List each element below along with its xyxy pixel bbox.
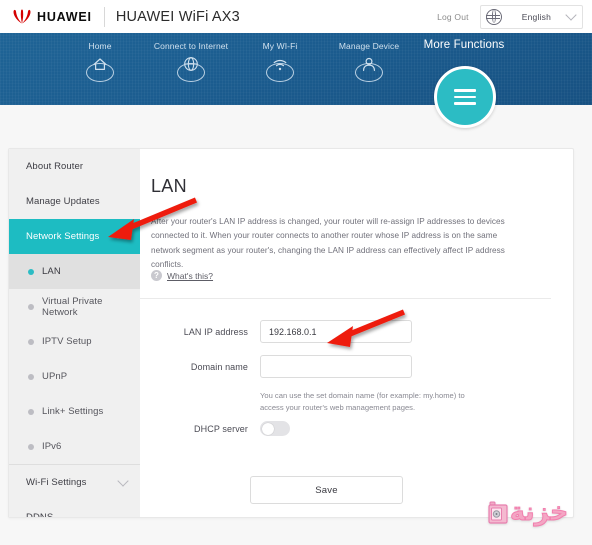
sidebar-item-label: About Router bbox=[26, 161, 84, 172]
sidebar-item-label: Virtual Private Network bbox=[42, 295, 103, 318]
sidebar-item-link-plus-settings[interactable]: Link+ Settings bbox=[9, 394, 140, 429]
nav-label-home: Home bbox=[88, 41, 112, 51]
huawei-flower-logo-icon bbox=[12, 9, 32, 24]
lan-settings-content: LAN After your router's LAN IP address i… bbox=[140, 149, 573, 517]
page-title: LAN bbox=[151, 176, 187, 196]
dhcp-server-toggle[interactable] bbox=[260, 421, 290, 436]
globe-icon bbox=[177, 57, 205, 82]
dhcp-server-row: DHCP server bbox=[140, 421, 290, 436]
sidebar-item-ipv6[interactable]: IPv6 bbox=[9, 429, 140, 464]
sidebar-item-virtual-private-network[interactable]: Virtual Private Network bbox=[9, 289, 140, 324]
hamburger-menu-icon bbox=[454, 95, 476, 99]
sidebar-item-label: Link+ Settings bbox=[42, 406, 104, 417]
sidebar-item-label: Wi-Fi Settings bbox=[26, 477, 87, 488]
domain-name-label: Domain name bbox=[190, 361, 248, 372]
toggle-knob bbox=[261, 422, 274, 435]
sidebar-item-upnp[interactable]: UPnP bbox=[9, 359, 140, 394]
header-divider bbox=[103, 6, 105, 27]
language-selector[interactable]: English bbox=[479, 4, 583, 29]
whats-this-label: What's this? bbox=[167, 270, 214, 281]
chevron-up-icon bbox=[117, 232, 129, 244]
chevron-down-icon bbox=[565, 9, 577, 21]
nav-item-my-wifi[interactable]: My WI-Fi bbox=[245, 41, 315, 82]
bullet-icon bbox=[28, 303, 34, 310]
page-description: After your router's LAN IP address is ch… bbox=[151, 217, 505, 270]
safe-vault-icon bbox=[488, 501, 508, 524]
nav-item-home[interactable]: Home bbox=[60, 41, 140, 82]
settings-sidebar: About Router Manage Updates Network Sett… bbox=[9, 149, 140, 517]
bullet-icon bbox=[28, 338, 34, 345]
nav-label-my-wifi: My WI-Fi bbox=[262, 41, 298, 51]
domain-name-input[interactable] bbox=[260, 355, 412, 378]
nav-label-connect-to-internet: Connect to Internet bbox=[153, 41, 229, 51]
more-functions-button[interactable] bbox=[434, 66, 496, 128]
language-selected-label: English bbox=[521, 11, 551, 22]
page-panel: About Router Manage Updates Network Sett… bbox=[8, 148, 574, 518]
nav-item-more-functions[interactable]: More Functions bbox=[420, 39, 508, 51]
question-mark-icon: ? bbox=[151, 270, 162, 281]
bullet-icon bbox=[28, 408, 34, 415]
hamburger-menu-icon bbox=[454, 102, 476, 105]
hamburger-menu-icon bbox=[454, 89, 476, 92]
user-icon bbox=[355, 57, 383, 82]
sidebar-item-ddns[interactable]: DDNS bbox=[9, 500, 140, 518]
dhcp-server-label: DHCP server bbox=[194, 423, 248, 434]
header-right-group: Log Out English bbox=[437, 4, 583, 29]
sidebar-item-label: UPnP bbox=[42, 371, 68, 382]
nav-item-manage-device[interactable]: Manage Device bbox=[330, 41, 408, 82]
lan-ip-label: LAN IP address bbox=[183, 326, 248, 337]
save-button[interactable]: Save bbox=[250, 476, 403, 504]
lan-ip-input[interactable] bbox=[260, 320, 412, 343]
bullet-icon bbox=[28, 443, 34, 450]
globe-icon bbox=[485, 8, 502, 25]
sidebar-item-manage-updates[interactable]: Manage Updates bbox=[9, 184, 140, 219]
logout-button[interactable]: Log Out bbox=[437, 12, 469, 22]
chevron-down-icon bbox=[117, 475, 129, 487]
sidebar-item-label: IPv6 bbox=[42, 441, 62, 452]
sidebar-item-label: Manage Updates bbox=[26, 196, 100, 207]
nav-label-manage-device: Manage Device bbox=[338, 41, 400, 51]
wifi-icon bbox=[266, 59, 294, 82]
sidebar-item-iptv-setup[interactable]: IPTV Setup bbox=[9, 324, 140, 359]
top-header-bar: HUAWEI HUAWEI WiFi AX3 Log Out English bbox=[0, 0, 592, 33]
content-divider bbox=[140, 298, 551, 299]
home-icon bbox=[86, 58, 114, 82]
sidebar-item-wifi-settings[interactable]: Wi-Fi Settings bbox=[9, 465, 140, 500]
watermark: خزنة bbox=[488, 498, 569, 526]
sidebar-item-network-settings[interactable]: Network Settings bbox=[9, 219, 140, 254]
sidebar-item-label: IPTV Setup bbox=[42, 336, 92, 347]
watermark-text: خزنة bbox=[509, 498, 569, 526]
lan-ip-row: LAN IP address bbox=[140, 320, 412, 343]
sidebar-item-label: DDNS bbox=[26, 512, 54, 518]
sidebar-item-label: LAN bbox=[42, 266, 61, 277]
domain-name-row: Domain name bbox=[140, 355, 412, 378]
main-navigation-bar: Home Connect to Internet My WI-Fi Manage… bbox=[0, 33, 592, 105]
nav-label-more-functions: More Functions bbox=[423, 39, 505, 51]
app-title: HUAWEI WiFi AX3 bbox=[115, 8, 240, 25]
nav-item-connect-to-internet[interactable]: Connect to Internet bbox=[145, 41, 237, 82]
bullet-icon bbox=[28, 373, 34, 380]
sidebar-item-lan[interactable]: LAN bbox=[9, 254, 140, 289]
whats-this-link[interactable]: ? What's this? bbox=[151, 270, 213, 281]
brand-logo-group[interactable]: HUAWEI bbox=[12, 9, 92, 24]
bullet-icon bbox=[28, 268, 34, 275]
brand-name: HUAWEI bbox=[37, 9, 92, 24]
sidebar-item-about-router[interactable]: About Router bbox=[9, 149, 140, 184]
domain-name-hint: You can use the set domain name (for exa… bbox=[260, 391, 465, 413]
sidebar-item-label: Network Settings bbox=[26, 231, 100, 242]
